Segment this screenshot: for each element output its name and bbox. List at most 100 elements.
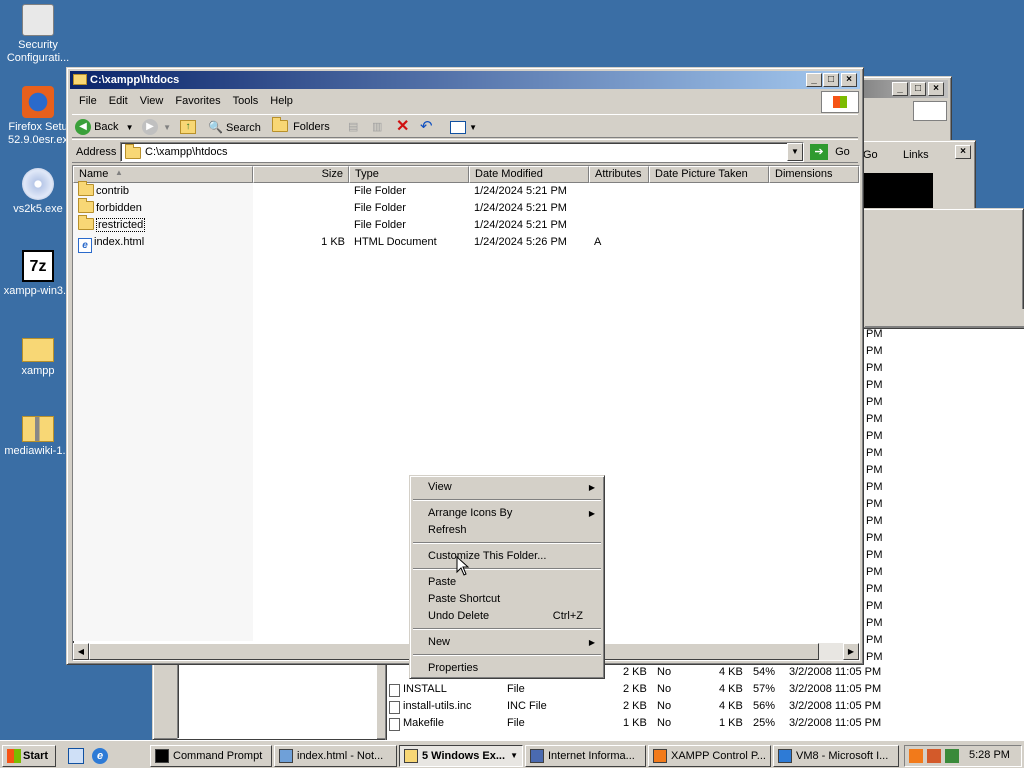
context-menu-item-paste[interactable]: Paste [413,574,601,591]
file-type-cell: HTML Document [354,236,437,248]
close-button[interactable]: × [928,82,944,96]
file-name-cell[interactable]: e index.html [78,234,144,253]
context-menu-item-undo-delete[interactable]: Undo Delete Ctrl+Z [413,608,601,625]
close-button[interactable]: × [841,73,857,87]
column-header-dimensions[interactable]: Dimensions [769,166,859,183]
file-attributes-cell: A [594,236,602,248]
address-dropdown-button[interactable]: ▼ [787,143,803,161]
taskbar-button[interactable]: 5 Windows Ex... ▼ [399,745,523,767]
column-header-date-modified[interactable]: Date Modified [469,166,589,183]
archive-row[interactable]: install-utils.inc INC File 2 KB No 4 KB 56% 3/… [389,700,1024,717]
background-window-titlebar[interactable]: _ □ × [854,80,948,98]
speaker-tray-icon[interactable] [945,749,959,763]
xampp-tray-icon[interactable] [909,749,923,763]
desktop-icon-item[interactable]: Security Configurati... [0,4,76,65]
context-menu-item-paste-shortcut[interactable]: Paste Shortcut [413,591,601,608]
go-button-bg[interactable]: Go [863,149,878,161]
taskbar-button[interactable]: VM8 - Microsoft I... [773,745,899,767]
file-row[interactable]: forbidden File Folder 1/24/2024 5:21 PM [73,198,857,217]
up-folder-button[interactable]: ↑ [180,118,196,136]
taskbar-button[interactable]: index.html - Not... [274,745,397,767]
back-arrow-icon: ◀ [75,119,91,136]
maximize-button[interactable]: □ [910,82,926,96]
archive-row[interactable]: Makefile File 1 KB No 1 KB 25% 3/2/2008 11:05 … [389,717,1024,734]
start-button[interactable]: Start [2,745,56,767]
column-header-name[interactable]: Name [73,166,253,183]
explorer-titlebar[interactable]: C:\xampp\htdocs _ □ × [70,71,860,89]
desktop-icon-item[interactable]: 7z xampp-win3... [0,250,76,298]
desktop-icon-item[interactable]: vs2k5.exe [0,168,76,216]
scroll-right-button[interactable]: ▶ [843,643,859,660]
column-header-attributes[interactable]: Attributes [589,166,649,183]
pm-cell: PM [866,362,883,374]
pm-cell: PM [866,379,883,391]
quick-launch: e [62,745,142,767]
menu-tools[interactable]: Tools [227,92,265,110]
go-button[interactable]: ➔ Go [810,143,850,161]
context-menu-item-customize-this-folder[interactable]: Customize This Folder... [413,548,601,565]
file-name-cell[interactable]: restricted [78,215,146,234]
search-button[interactable]: 🔍 Search [208,118,261,136]
move-to-button[interactable]: ▤ [348,118,358,136]
file-row[interactable]: restricted File Folder 1/24/2024 5:21 PM [73,215,857,234]
context-menu-item-view[interactable]: View ▶ [413,479,601,496]
desktop-icon-label: xampp [21,365,55,377]
network-tray-icon[interactable] [927,749,941,763]
undo-icon[interactable]: ↶ [420,118,433,136]
desktop-icon-item[interactable]: Firefox Setu 52.9.0esr.ex [0,86,76,147]
close-button[interactable]: × [955,145,971,159]
file-row[interactable]: e index.html 1 KB HTML Document 1/24/2024 5:… [73,234,857,253]
context-menu-item-properties[interactable]: Properties [413,660,601,677]
delete-icon[interactable]: ✕ [396,118,409,136]
file-icon [389,701,400,714]
address-input[interactable]: C:\xampp\htdocs ▼ [120,142,804,162]
forward-button[interactable]: ▶ ▼ [142,118,171,136]
maximize-button[interactable]: □ [823,73,839,87]
menu-view[interactable]: View [134,92,170,110]
minimize-button[interactable]: _ [892,82,908,96]
chevron-down-icon[interactable]: ▼ [510,746,518,766]
file-type-cell: File Folder [354,185,406,197]
folders-icon [272,117,288,132]
pm-cell: PM [866,515,883,527]
taskbar-button[interactable]: Internet Informa... [525,745,646,767]
ie-icon[interactable]: e [92,748,108,764]
desktop-icon-item[interactable]: xampp [0,332,76,378]
menu-edit[interactable]: Edit [103,92,134,110]
submenu-arrow-icon: ▶ [588,483,595,492]
security-config-icon [22,4,54,36]
menu-help[interactable]: Help [264,92,299,110]
context-menu-item-arrange-icons-by[interactable]: Arrange Icons By ▶ [413,505,601,522]
ie-icon [778,749,792,763]
column-header-type[interactable]: Type [349,166,469,183]
desktop-icon-label: 52.9.0esr.ex [8,134,68,146]
pm-cell: PM [866,481,883,493]
file-size-cell: 1 KB [321,236,345,248]
address-label: Address [76,146,117,158]
pm-cell: PM [866,413,883,425]
context-menu-item-refresh[interactable]: Refresh [413,522,601,539]
taskbar-button[interactable]: XAMPP Control P... [648,745,771,767]
pm-cell: PM [866,634,883,646]
views-button[interactable]: ▼ [450,118,477,136]
links-label[interactable]: Links [903,149,929,161]
file-name-cell[interactable]: forbidden [78,198,142,217]
column-header-date-picture-taken[interactable]: Date Picture Taken [649,166,769,183]
archive-row[interactable]: INSTALL File 2 KB No 4 KB 57% 3/2/2008 11:05 P… [389,683,1024,700]
file-row[interactable]: contrib File Folder 1/24/2024 5:21 PM [73,181,857,200]
desktop-icon[interactable] [68,748,84,764]
column-header-size[interactable]: Size [253,166,349,183]
desktop-icon-item[interactable]: mediawiki-1... [0,412,76,458]
menu-file[interactable]: File [73,92,103,110]
chevron-down-icon[interactable]: ▼ [126,123,134,132]
clock[interactable]: 5:28 PM [969,749,1010,761]
folder-icon [73,74,87,85]
copy-to-button[interactable]: ▥ [372,118,382,136]
menu-favorites[interactable]: Favorites [169,92,226,110]
folders-button[interactable]: Folders [272,117,330,136]
taskbar-button[interactable]: Command Prompt [150,745,272,767]
back-button[interactable]: ◀ Back ▼ [75,118,134,136]
context-menu-item-new[interactable]: New ▶ [413,634,601,651]
minimize-button[interactable]: _ [806,73,822,87]
scroll-left-button[interactable]: ◀ [73,643,89,660]
